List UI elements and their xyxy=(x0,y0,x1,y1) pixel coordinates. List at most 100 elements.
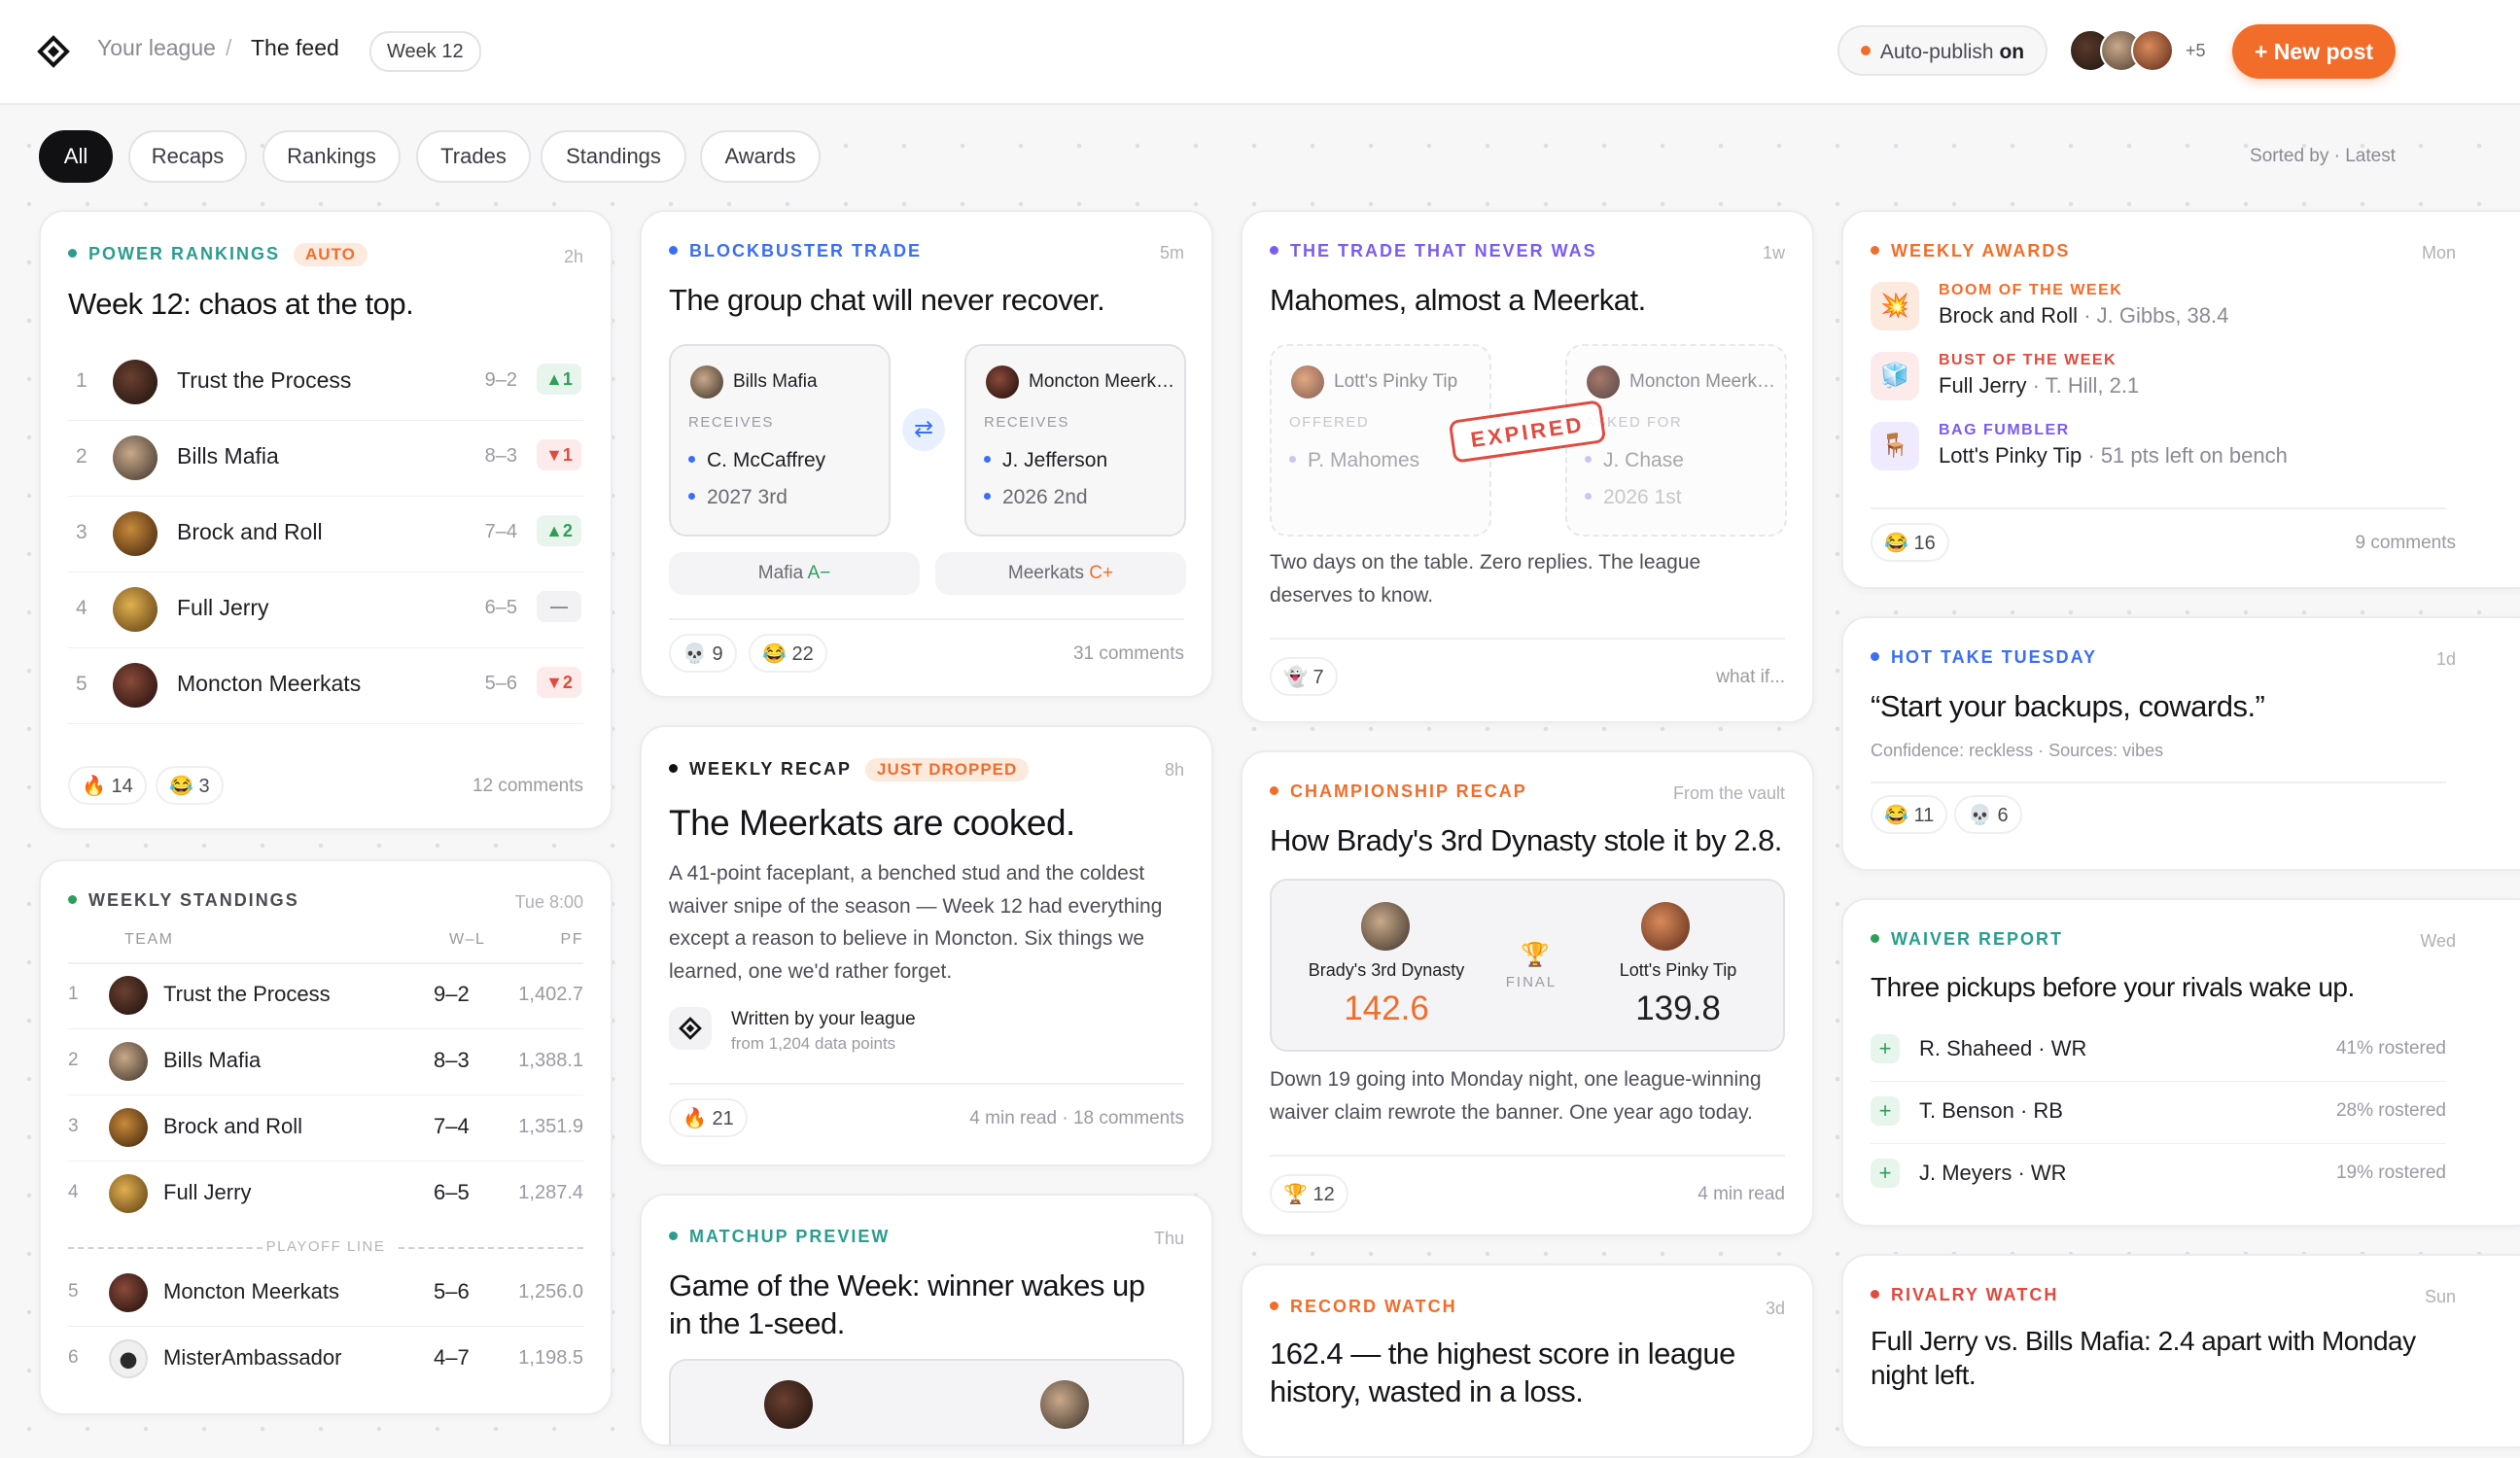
kicker-text: Weekly awards xyxy=(1891,241,2071,260)
player-name: R. Shaheed · WR xyxy=(1919,1036,2087,1060)
waiver-row[interactable]: + R. Shaheed · WR 41% rostered xyxy=(1871,1019,2446,1082)
top-bar: Your league / The feed Week 12 Auto-publ… xyxy=(0,0,2520,105)
award-row[interactable]: 🪑 BAG FUMBLER Lott's Pinky Tip · 51 pts … xyxy=(1871,422,2512,482)
asked-asset: J. Chase xyxy=(1585,449,1684,472)
rivalry-card[interactable]: Rivalry watch Sun Full Jerry vs. Bills M… xyxy=(1841,1254,2520,1448)
matchup-card[interactable]: Matchup preview Thu Game of the Week: wi… xyxy=(640,1194,1213,1446)
breadcrumb-separator: / xyxy=(226,35,232,60)
standings-card[interactable]: Weekly standings Tue 8:00 TEAM W–L PF 1 … xyxy=(39,859,612,1415)
award-row[interactable]: 🧊 BUST OF THE WEEK Full Jerry · T. Hill,… xyxy=(1871,352,2512,412)
ranking-row[interactable]: 3 Brock and Roll 7–4 ▲2 xyxy=(68,496,583,573)
reaction-fire[interactable]: 🔥 21 xyxy=(669,1098,748,1137)
trade-side-left: Bills Mafia RECEIVES C. McCaffrey 2027 3… xyxy=(669,344,891,537)
card-kicker: Power rankings AUTO xyxy=(68,243,368,266)
team-name: Bills Mafia xyxy=(163,1048,262,1072)
add-player-icon[interactable]: + xyxy=(1871,1096,1900,1126)
week-pill[interactable]: Week 12 xyxy=(369,31,481,72)
championship-card[interactable]: Championship recap From the vault How Br… xyxy=(1241,750,1814,1236)
rank-number: 4 xyxy=(76,597,88,619)
record-watch-card[interactable]: Record watch 3d 162.4 — the highest scor… xyxy=(1241,1264,1814,1458)
footer-divider xyxy=(1270,638,1785,640)
reaction-trophy[interactable]: 🏆 12 xyxy=(1270,1174,1348,1213)
reaction-laugh[interactable]: 😂 22 xyxy=(749,634,827,673)
filter-rankings[interactable]: Rankings xyxy=(262,130,401,183)
traded-asset: C. McCaffrey xyxy=(688,449,825,472)
auto-publish-toggle[interactable]: Auto-publish on xyxy=(1838,25,2048,76)
offered-asset: P. Mahomes xyxy=(1289,449,1419,472)
ranking-row[interactable]: 1 Trust the Process 9–2 ▲1 xyxy=(68,344,583,421)
team-avatar xyxy=(109,1273,148,1312)
post-time: From the vault xyxy=(1672,783,1785,803)
comments-link[interactable]: 12 comments xyxy=(472,776,583,797)
standings-row[interactable]: 6 MisterAmbassador 4–7 1,198.5 xyxy=(68,1326,583,1392)
waiver-row[interactable]: + T. Benson · RB 28% rostered xyxy=(1871,1081,2446,1144)
just-dropped-badge: JUST DROPPED xyxy=(865,758,1030,781)
sort-label[interactable]: Sorted by · Latest xyxy=(2250,146,2396,167)
standings-row[interactable]: 5 Moncton Meerkats 5–6 1,256.0 xyxy=(68,1260,583,1327)
rostered-pct: 19% rostered xyxy=(2335,1163,2446,1183)
add-player-icon[interactable]: + xyxy=(1871,1034,1900,1063)
award-team: Lott's Pinky Tip xyxy=(1939,443,2082,468)
trade-grade-left: Mafia A− xyxy=(669,552,920,595)
bullet-icon xyxy=(1585,455,1592,463)
filter-awards[interactable]: Awards xyxy=(700,130,821,183)
team-wl: 7–4 xyxy=(434,1114,470,1138)
add-player-icon[interactable]: + xyxy=(1871,1159,1900,1188)
power-rankings-card[interactable]: Power rankings AUTO 2h Week 12: chaos at … xyxy=(39,210,612,830)
standings-row[interactable]: 3 Brock and Roll 7–4 1,351.9 xyxy=(68,1094,583,1162)
team-avatar xyxy=(109,1108,148,1147)
what-if-link[interactable]: what if... xyxy=(1716,667,1785,688)
team-name: MisterAmbassador xyxy=(163,1345,342,1370)
new-post-button[interactable]: + New post xyxy=(2232,24,2396,79)
standings-row[interactable]: 2 Bills Mafia 8–3 1,388.1 xyxy=(68,1028,583,1095)
post-time: 5m xyxy=(1159,243,1184,262)
ranking-row[interactable]: 4 Full Jerry 6–5 — xyxy=(68,572,583,648)
waiver-row[interactable]: + J. Meyers · WR 19% rostered xyxy=(1871,1143,2446,1205)
hot-take-card[interactable]: Hot take tuesday 1d “Start your backups,… xyxy=(1841,616,2520,871)
reaction-laugh[interactable]: 😂 11 xyxy=(1871,795,1948,834)
award-winner: Brock and Roll · J. Gibbs, 38.4 xyxy=(1939,303,2228,329)
ranking-row[interactable]: 2 Bills Mafia 8–3 ▼1 xyxy=(68,420,583,497)
team-avatar xyxy=(1361,902,1410,951)
breadcrumb-league[interactable]: Your league xyxy=(97,35,216,61)
comments-link[interactable]: 9 comments xyxy=(2261,533,2456,554)
reaction-skull[interactable]: 💀 6 xyxy=(1954,795,2022,834)
kicker-dot-icon xyxy=(1270,785,1278,795)
award-row[interactable]: 💥 BOOM OF THE WEEK Brock and Roll · J. G… xyxy=(1871,282,2512,342)
kicker-dot-icon xyxy=(1270,245,1278,255)
ranking-row[interactable]: 5 Moncton Meerkats 5–6 ▼2 xyxy=(68,647,583,724)
footer-divider xyxy=(1871,507,2446,509)
asset-name: C. McCaffrey xyxy=(707,449,826,471)
rank-move-badge: ▼2 xyxy=(537,667,581,698)
reaction-fire[interactable]: 🔥 14 xyxy=(68,766,147,805)
filter-trades[interactable]: Trades xyxy=(416,130,531,183)
standings-row[interactable]: 1 Trust the Process 9–2 1,402.7 xyxy=(68,962,583,1029)
reaction-laugh[interactable]: 😂 3 xyxy=(156,766,224,805)
team-wl: 8–3 xyxy=(434,1048,470,1072)
kicker-dot-icon xyxy=(669,763,678,773)
kicker-text: The trade that never was xyxy=(1290,241,1597,260)
auto-badge: AUTO xyxy=(294,243,368,266)
filter-standings[interactable]: Standings xyxy=(541,130,686,183)
waiver-card[interactable]: Waiver report Wed Three pickups before y… xyxy=(1841,898,2520,1227)
trade-card[interactable]: Blockbuster trade 5m The group chat will… xyxy=(640,210,1213,698)
never-trade-card[interactable]: The trade that never was 1w Mahomes, alm… xyxy=(1241,210,1814,723)
reaction-skull[interactable]: 💀 9 xyxy=(669,634,737,673)
card-title: The group chat will never recover. xyxy=(669,283,1105,317)
reaction-ghost[interactable]: 👻 7 xyxy=(1270,657,1338,696)
filter-all[interactable]: All xyxy=(39,130,113,183)
recap-card[interactable]: Weekly recap JUST DROPPED 8h The Meerkats… xyxy=(640,725,1213,1166)
league-logo-icon[interactable] xyxy=(37,35,70,68)
card-title: How Brady's 3rd Dynasty stole it by 2.8. xyxy=(1270,823,1782,857)
footer-divider xyxy=(669,1083,1184,1085)
standings-row[interactable]: 4 Full Jerry 6–5 1,287.4 xyxy=(68,1161,583,1227)
filter-recaps[interactable]: Recaps xyxy=(128,130,247,183)
card-title: 162.4 — the highest score in league hist… xyxy=(1270,1336,1735,1408)
team-avatar xyxy=(690,365,723,399)
reaction-laugh[interactable]: 😂 16 xyxy=(1871,523,1949,562)
recap-meta: 4 min read · 18 comments xyxy=(969,1108,1184,1128)
rank-move-badge: — xyxy=(537,591,581,622)
awards-card[interactable]: Weekly awards Mon 💥 BOOM OF THE WEEK Bro… xyxy=(1841,210,2520,589)
comments-link[interactable]: 31 comments xyxy=(1073,643,1184,665)
trade-grade-right: Meerkats C+ xyxy=(935,552,1186,595)
